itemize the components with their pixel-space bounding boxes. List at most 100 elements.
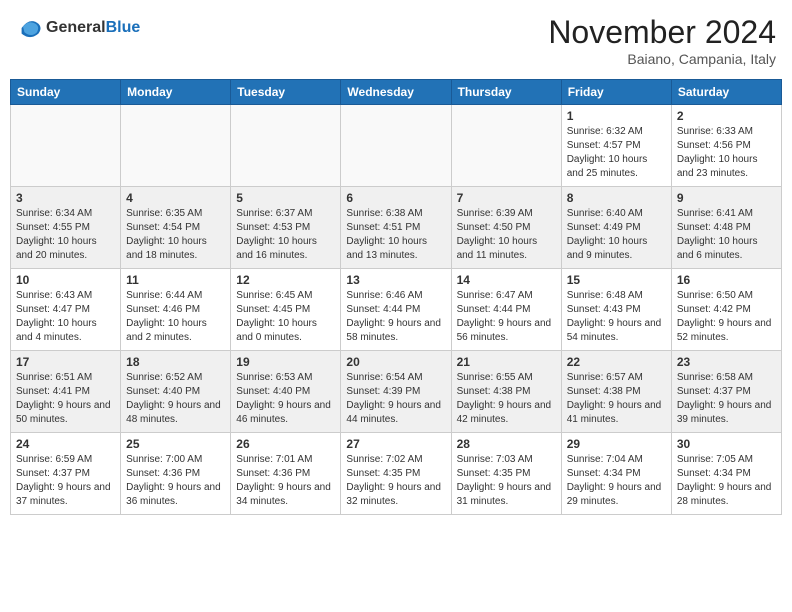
calendar-week-row: 24 Sunrise: 6:59 AMSunset: 4:37 PMDayligh… [11,433,782,515]
day-info-line: Sunset: 4:44 PM [457,304,531,315]
day-number: 6 [346,191,445,205]
day-info-line: Sunrise: 7:01 AM [236,454,312,465]
day-number: 5 [236,191,335,205]
day-info-line: Daylight: 10 hours and 6 minutes. [677,236,758,261]
calendar-day [341,105,451,187]
day-info-line: Sunset: 4:51 PM [346,222,420,233]
day-info-line: Daylight: 10 hours and 25 minutes. [567,154,648,179]
day-info: Sunrise: 6:38 AMSunset: 4:51 PMDaylight:… [346,207,445,263]
day-info-line: Sunrise: 6:38 AM [346,208,422,219]
day-info-line: Daylight: 9 hours and 41 minutes. [567,400,662,425]
calendar-day [11,105,121,187]
day-info: Sunrise: 6:53 AM Sunset: 4:40 PM Daylight:… [236,371,335,427]
weekday-header-wednesday: Wednesday [341,80,451,105]
weekday-header-monday: Monday [121,80,231,105]
day-info: Sunrise: 6:57 AMSunset: 4:38 PMDaylight:… [567,371,666,427]
day-info-line: Sunset: 4:34 PM [677,468,751,479]
day-info: Sunrise: 7:03 AMSunset: 4:35 PMDaylight:… [457,453,556,509]
day-number: 2 [677,109,776,123]
day-info-line: Daylight: 9 hours and 37 minutes. [16,482,111,507]
day-info-line: Daylight: 9 hours and 44 minutes. [346,400,441,425]
day-info: Sunrise: 6:34 AMSunset: 4:55 PMDaylight:… [16,207,115,263]
logo-general: General [46,19,106,36]
calendar-day: 15 Sunrise: 6:48 AMSunset: 4:43 PMDayligh… [561,269,671,351]
day-info-line: Sunrise: 6:45 AM [236,290,312,301]
day-info-line: Sunrise: 6:55 AM [457,372,533,383]
calendar-day: 23 Sunrise: 6:58 AMSunset: 4:37 PMDayligh… [671,351,781,433]
calendar-day: 14Sunrise: 6:47 AMSunset: 4:44 PMDayligh… [451,269,561,351]
day-info: Sunrise: 6:58 AMSunset: 4:37 PMDaylight:… [677,371,776,427]
day-info: Sunrise: 6:52 AMSunset: 4:40 PMDaylight:… [126,371,225,427]
calendar-day: 17Sunrise: 6:51 AMSunset: 4:41 PMDayligh… [11,351,121,433]
calendar-day: 11Sunrise: 6:44 AMSunset: 4:46 PMDayligh… [121,269,231,351]
calendar-day: 25Sunrise: 7:00 AMSunset: 4:36 PMDayligh… [121,433,231,515]
day-info-line: Sunset: 4:40 PM [236,386,310,397]
day-info: Sunrise: 7:01 AMSunset: 4:36 PMDaylight:… [236,453,335,509]
calendar-table: SundayMondayTuesdayWednesdayThursdayFrid… [10,79,782,515]
day-info-line: Sunrise: 7:00 AM [126,454,202,465]
day-info-line: Sunrise: 6:54 AM [346,372,422,383]
day-info-line: Sunrise: 6:35 AM [126,208,202,219]
day-info-line: Daylight: 9 hours and 46 minutes. [236,400,331,425]
day-info: Sunrise: 7:00 AMSunset: 4:36 PMDaylight:… [126,453,225,509]
day-info: Sunrise: 6:39 AMSunset: 4:50 PMDaylight:… [457,207,556,263]
day-info-line: Sunrise: 6:43 AM [16,290,92,301]
calendar-day: 3Sunrise: 6:34 AMSunset: 4:55 PMDaylight… [11,187,121,269]
day-info: Sunrise: 6:33 AMSunset: 4:56 PMDaylight:… [677,125,776,181]
day-info: Sunrise: 6:47 AMSunset: 4:44 PMDaylight:… [457,289,556,345]
calendar-day: 29Sunrise: 7:04 AMSunset: 4:34 PMDayligh… [561,433,671,515]
day-number: 15 [567,273,666,287]
weekday-header-sunday: Sunday [11,80,121,105]
day-info-line: Sunset: 4:39 PM [346,386,420,397]
day-info-line: Daylight: 10 hours and 16 minutes. [236,236,317,261]
day-number: 26 [236,437,335,451]
day-number: 24 [16,437,115,451]
day-number: 23 [677,355,776,369]
day-info-line: Sunrise: 6:50 AM [677,290,753,301]
day-info-line: Daylight: 9 hours and 48 minutes. [126,400,221,425]
day-info-line: Sunrise: 6:41 AM [677,208,753,219]
weekday-header-thursday: Thursday [451,80,561,105]
day-info-line: Sunset: 4:48 PM [677,222,751,233]
calendar-day: 24 Sunrise: 6:59 AMSunset: 4:37 PMDayligh… [11,433,121,515]
day-info-line: Sunrise: 6:47 AM [457,290,533,301]
calendar-day: 22Sunrise: 6:57 AMSunset: 4:38 PMDayligh… [561,351,671,433]
day-info: Sunrise: 6:48 AMSunset: 4:43 PMDaylight:… [567,289,666,345]
calendar-day [121,105,231,187]
day-info-line: Daylight: 9 hours and 54 minutes. [567,318,662,343]
calendar-day: 6Sunrise: 6:38 AMSunset: 4:51 PMDaylight… [341,187,451,269]
day-info: Sunrise: 6:46 AMSunset: 4:44 PMDaylight:… [346,289,445,345]
day-number: 8 [567,191,666,205]
calendar-day: 2 Sunrise: 6:33 AMSunset: 4:56 PMDaylight… [671,105,781,187]
day-number: 16 [677,273,776,287]
calendar-day [451,105,561,187]
day-info: Sunrise: 6:32 AMSunset: 4:57 PMDaylight:… [567,125,666,181]
day-info-line: Sunrise: 6:48 AM [567,290,643,301]
day-info-line: Sunset: 4:37 PM [16,468,90,479]
calendar-week-row: 17Sunrise: 6:51 AMSunset: 4:41 PMDayligh… [11,351,782,433]
weekday-header-friday: Friday [561,80,671,105]
calendar-day: 30Sunrise: 7:05 AMSunset: 4:34 PMDayligh… [671,433,781,515]
day-info-line: Sunrise: 6:44 AM [126,290,202,301]
day-info-line: Sunset: 4:36 PM [126,468,200,479]
logo: GeneralBlue [16,14,140,42]
day-info-line: Sunset: 4:38 PM [457,386,531,397]
day-info-line: Daylight: 9 hours and 28 minutes. [677,482,772,507]
day-info-line: Daylight: 10 hours and 2 minutes. [126,318,207,343]
day-info: Sunrise: 6:59 AMSunset: 4:37 PMDaylight:… [16,453,115,509]
day-info-line: Daylight: 9 hours and 39 minutes. [677,400,772,425]
calendar-day: 8Sunrise: 6:40 AMSunset: 4:49 PMDaylight… [561,187,671,269]
title-block: November 2024 Baiano, Campania, Italy [548,14,776,67]
calendar-day: 5Sunrise: 6:37 AMSunset: 4:53 PMDaylight… [231,187,341,269]
calendar-day: 4Sunrise: 6:35 AMSunset: 4:54 PMDaylight… [121,187,231,269]
day-info-line: Sunrise: 6:53 AM [236,372,312,383]
day-number: 27 [346,437,445,451]
day-info-line: Daylight: 10 hours and 20 minutes. [16,236,97,261]
day-info-line: Sunrise: 6:51 AM [16,372,92,383]
day-info: Sunrise: 6:51 AMSunset: 4:41 PMDaylight:… [16,371,115,427]
day-info-line: Daylight: 10 hours and 23 minutes. [677,154,758,179]
day-number: 13 [346,273,445,287]
day-info-line: Daylight: 9 hours and 58 minutes. [346,318,441,343]
day-info-line: Daylight: 10 hours and 0 minutes. [236,318,317,343]
calendar-day: 21Sunrise: 6:55 AMSunset: 4:38 PMDayligh… [451,351,561,433]
